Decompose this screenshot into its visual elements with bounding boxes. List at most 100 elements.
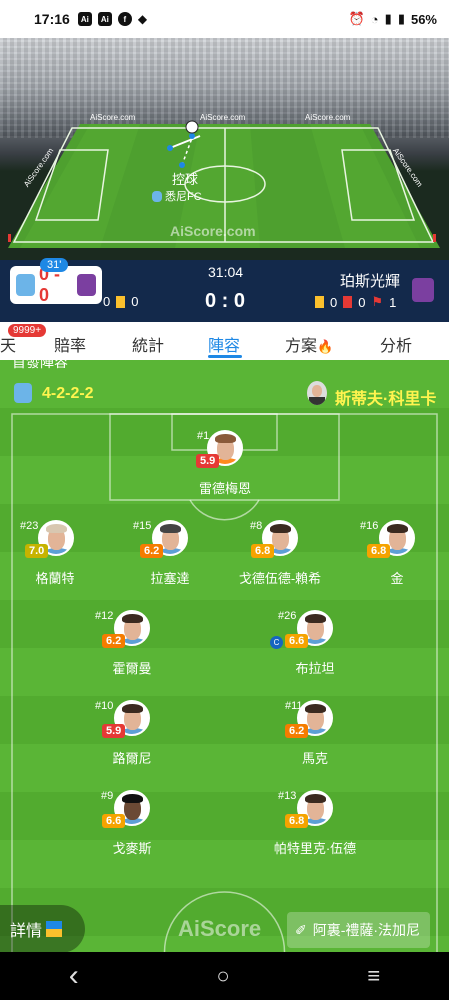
- main-score: 0 : 0: [205, 290, 246, 312]
- player-number: #9: [101, 790, 114, 802]
- player-rating: 6.2: [285, 724, 309, 738]
- back-icon[interactable]: ‹: [69, 959, 79, 993]
- player-number: #16: [360, 520, 379, 532]
- player-rating: 7.0: [25, 544, 49, 558]
- system-nav-bar: ‹ ○ ≡: [0, 952, 449, 1000]
- referee-info[interactable]: ✐ 阿裏-禮薩·法加尼: [287, 912, 430, 948]
- player-card[interactable]: #23 7.0 格蘭特: [0, 520, 120, 586]
- referee-name: 阿裏-禮薩·法加尼: [312, 922, 421, 938]
- yellow-card-icon: [315, 296, 324, 308]
- header-watermark: AiScore.com: [305, 113, 351, 122]
- notification-badge: 9999+: [8, 324, 47, 337]
- player-card[interactable]: #11 6.2 馬克: [255, 700, 375, 766]
- tab-plans-label: 方案: [285, 338, 318, 355]
- sydney-fc-crest-icon: [152, 190, 162, 202]
- app-notification-icon: ◆: [137, 12, 148, 26]
- recents-icon[interactable]: ≡: [367, 963, 380, 989]
- live-pitch-view[interactable]: AiScore.com AiScore.com AiScore.com AiSc…: [0, 38, 449, 260]
- player-rating: 6.2: [102, 634, 126, 648]
- sydney-fc-crest-icon: [14, 383, 32, 403]
- tab-odds[interactable]: 賠率: [54, 332, 86, 356]
- player-rating: 6.6: [102, 814, 126, 828]
- coach-avatar: [307, 381, 327, 405]
- match-clock: 31:04: [208, 264, 244, 280]
- player-name: 路爾尼: [112, 751, 152, 766]
- active-tab-indicator: [208, 355, 242, 358]
- away-corners: 1: [389, 294, 397, 310]
- action-team-name: 悉尼FC: [165, 191, 202, 203]
- away-yellow-count: 0: [330, 294, 338, 310]
- player-number: #26: [278, 610, 297, 622]
- player-card[interactable]: #10 5.9 路爾尼: [72, 700, 192, 766]
- fire-icon: 🔥: [317, 339, 334, 354]
- tab-stats[interactable]: 統計: [132, 332, 164, 356]
- perth-glory-crest-icon: [412, 278, 434, 302]
- details-button[interactable]: 詳情: [0, 905, 85, 953]
- player-card[interactable]: #26 C 6.6 布拉坦: [255, 610, 375, 676]
- player-card[interactable]: #12 6.2 霍爾曼: [72, 610, 192, 676]
- away-red-count: 0: [358, 294, 366, 310]
- player-card[interactable]: #15 6.2 拉塞達: [110, 520, 230, 586]
- battery-level: 56%: [410, 11, 437, 27]
- player-number: #8: [250, 520, 263, 532]
- player-number: #12: [95, 610, 114, 622]
- player-name: 戈麥斯: [112, 841, 152, 856]
- battery-icon: ▮: [397, 11, 405, 26]
- player-number: #1: [197, 430, 210, 442]
- tab-lineup[interactable]: 陣容: [208, 332, 240, 356]
- player-name: 戈德伍德-賴希: [238, 571, 322, 586]
- home-yellow-count: 0: [131, 294, 139, 309]
- player-name: 帕特里克·伍德: [273, 841, 357, 856]
- coach-name: 斯蒂夫·科里卡: [335, 391, 437, 408]
- player-card[interactable]: #9 6.6 戈麥斯: [72, 790, 192, 856]
- player-number: #15: [133, 520, 152, 532]
- perth-glory-crest-icon: [77, 274, 96, 296]
- aiscore-watermark: AiScore: [178, 916, 262, 941]
- lineup-section-title: 首發陣容: [12, 360, 68, 370]
- wifi-icon: ◔: [370, 11, 379, 27]
- header-watermark: AiScore.com: [90, 113, 136, 122]
- aiscore-notification-icon-2: Ai: [97, 12, 112, 26]
- player-name: 格蘭特: [35, 571, 75, 586]
- away-team-name: 珀斯光輝: [340, 273, 401, 290]
- player-card[interactable]: #16 6.8 金: [337, 520, 449, 586]
- facebook-icon: f: [117, 12, 132, 26]
- signal-icon: ▮: [384, 11, 392, 26]
- player-number: #10: [95, 700, 114, 712]
- status-time: 17:16: [34, 11, 70, 27]
- player-number: #13: [278, 790, 297, 802]
- player-card[interactable]: #1 5.9 雷德梅恩: [165, 430, 285, 496]
- player-card[interactable]: #13 6.8 帕特里克·伍德: [255, 790, 375, 856]
- tab-analysis[interactable]: 分析: [380, 332, 412, 356]
- corner-flag-icon: ⚑: [371, 294, 384, 309]
- player-rating: 6.6: [285, 634, 309, 648]
- flag-icon: [46, 921, 63, 937]
- action-team: 悉尼FC: [152, 188, 202, 204]
- details-label: 詳情: [10, 923, 43, 940]
- player-name: 馬克: [301, 751, 328, 766]
- alarm-icon: ⏰: [348, 11, 365, 26]
- minute-badge: 31': [40, 258, 69, 272]
- status-right: ⏰ ◔ ▮ ▮ 56%: [349, 11, 437, 27]
- yellow-card-icon: [116, 295, 126, 308]
- coach-face: [312, 385, 322, 397]
- coach-suit: [309, 397, 325, 405]
- field-watermark: AiScore.com: [170, 223, 256, 239]
- home-icon[interactable]: ○: [216, 963, 229, 989]
- red-card-icon: [343, 296, 353, 308]
- player-name: 金: [390, 571, 404, 586]
- away-stats: 0 0 ⚑ 1: [315, 294, 396, 310]
- status-bar: 17:16 Ai Ai f ◆ ⏰ ◔ ▮ ▮ 56%: [0, 0, 449, 38]
- header-watermark: AiScore.com: [200, 113, 246, 122]
- player-rating: 6.8: [367, 544, 391, 558]
- player-name: 霍爾曼: [112, 661, 152, 676]
- aiscore-notification-icon: Ai: [77, 12, 92, 26]
- player-card[interactable]: #8 6.8 戈德伍德-賴希: [220, 520, 340, 586]
- lineup-field: 首發陣容 4-2-2-2 斯蒂夫·科里卡 #1 5.9 雷德梅恩 #23 7.0…: [0, 360, 449, 952]
- player-rating: 6.8: [251, 544, 275, 558]
- captain-badge-icon: C: [270, 636, 283, 649]
- player-rating: 6.2: [140, 544, 164, 558]
- tab-plans[interactable]: 方案🔥: [285, 332, 333, 356]
- player-number: #23: [20, 520, 39, 532]
- player-name: 布拉坦: [295, 661, 335, 676]
